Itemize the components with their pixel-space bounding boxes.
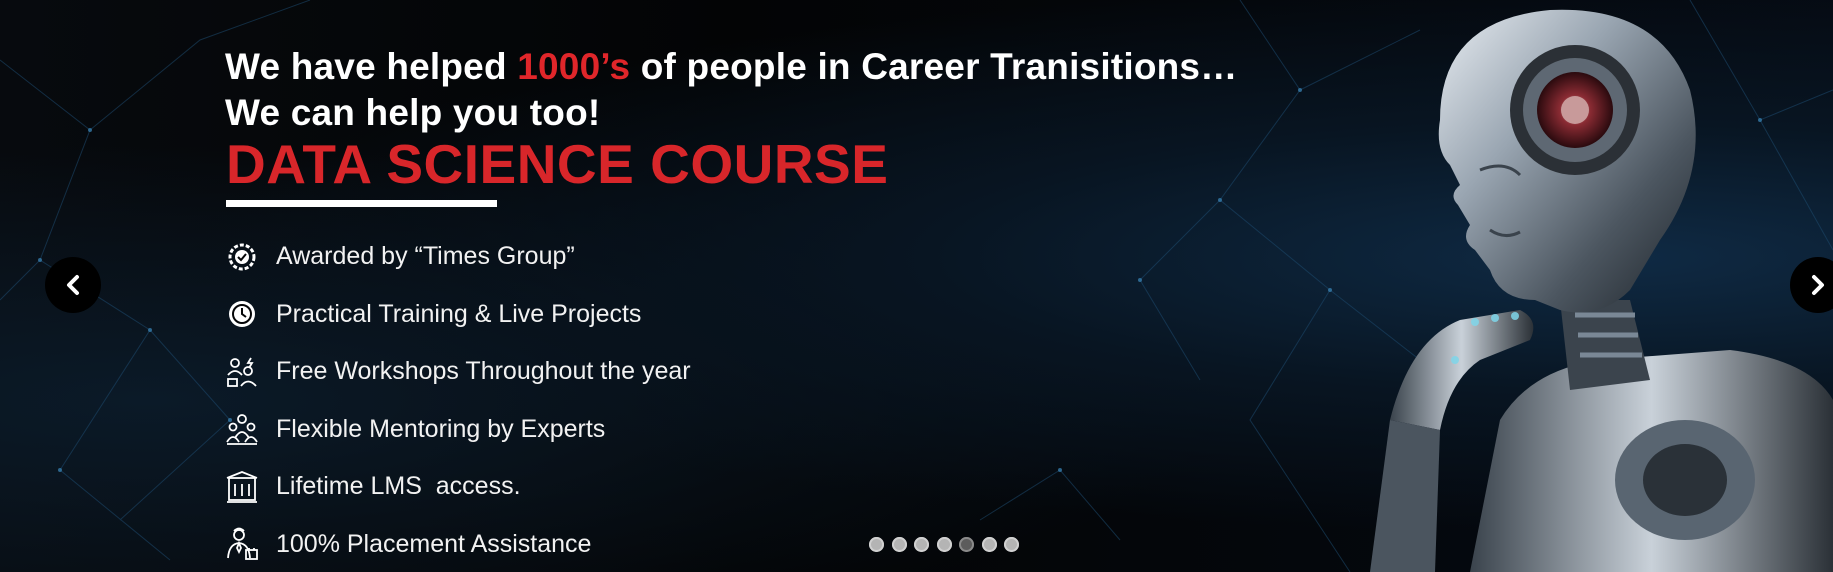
- chevron-right-icon: [1812, 275, 1824, 295]
- course-title: DATA SCIENCE COURSE: [226, 133, 889, 195]
- carousel-dot[interactable]: [891, 537, 907, 552]
- headline: We have helped 1000’s of people in Caree…: [225, 44, 1237, 136]
- carousel-pagination: [869, 537, 1019, 552]
- hero-banner: We have helped 1000’s of people in Caree…: [0, 0, 1833, 572]
- carousel-dot[interactable]: [1004, 537, 1019, 552]
- carousel-prev-button[interactable]: [45, 257, 101, 313]
- carousel-dot[interactable]: [869, 537, 884, 552]
- workshop-people-icon: [222, 352, 262, 392]
- carousel-dot[interactable]: [936, 537, 952, 552]
- award-badge-icon: [222, 237, 262, 277]
- placement-person-icon: [222, 524, 262, 564]
- feature-item: 100% Placement Assistance: [222, 516, 691, 572]
- headline-line-1: We have helped 1000’s of people in Caree…: [225, 46, 1238, 87]
- carousel-dot[interactable]: [959, 537, 974, 552]
- headline-accent: 1000’s: [517, 46, 631, 87]
- feature-item: Lifetime LMS access.: [222, 458, 691, 516]
- feature-label: Flexible Mentoring by Experts: [276, 414, 606, 443]
- feature-label: Practical Training & Live Projects: [276, 299, 642, 328]
- headline-line-2: We can help you too!: [225, 92, 601, 133]
- carousel-dot[interactable]: [914, 537, 929, 552]
- feature-label: Free Workshops Throughout the year: [276, 357, 691, 386]
- robot-illustration: [1370, 9, 1833, 572]
- title-underline: [226, 200, 497, 207]
- feature-label: Lifetime LMS access.: [276, 472, 521, 501]
- feature-label: 100% Placement Assistance: [276, 529, 592, 558]
- feature-item: Practical Training & Live Projects: [222, 286, 691, 344]
- feature-item: Flexible Mentoring by Experts: [222, 401, 691, 459]
- clock-icon: [222, 294, 262, 334]
- chevron-left-icon: [67, 275, 79, 295]
- feature-list: Awarded by “Times Group” Practical Train…: [222, 228, 691, 572]
- feature-item: Awarded by “Times Group”: [222, 228, 691, 286]
- lms-building-icon: [222, 467, 262, 507]
- carousel-dot[interactable]: [981, 537, 997, 552]
- feature-item: Free Workshops Throughout the year: [222, 343, 691, 401]
- mentoring-group-icon: [222, 409, 262, 449]
- feature-label: Awarded by “Times Group”: [276, 242, 575, 271]
